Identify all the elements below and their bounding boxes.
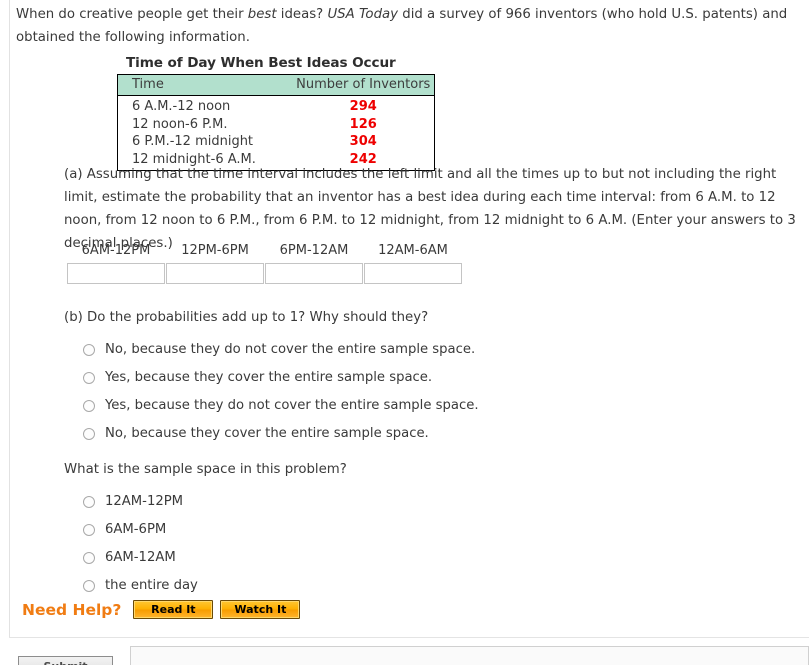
part-b-question: (b) Do the probabilities add up to 1? Wh… [64, 310, 429, 325]
part-b-option-1[interactable]: No, because they do not cover the entire… [64, 336, 664, 364]
radio-button-icon[interactable] [83, 496, 95, 508]
sample-space-block: What is the sample space in this problem… [64, 460, 664, 600]
need-help-label: Need Help? [22, 600, 122, 619]
answer-label-12pm-6pm: 12PM-6PM [181, 243, 249, 258]
answer-field-group-1: 6AM-12PM [67, 243, 165, 284]
cell-time: 6 P.M.-12 midnight [132, 134, 254, 149]
intro-italic-usatoday: USA Today [327, 7, 399, 22]
sample-space-question: What is the sample space in this problem… [64, 462, 347, 477]
watch-it-button[interactable]: Watch It [220, 600, 301, 619]
column-header-time: Time [117, 74, 293, 96]
answer-input-12pm-6pm[interactable] [166, 263, 264, 284]
intro-text-part2: ideas? [276, 7, 328, 22]
table-title: Time of Day When Best Ideas Occur [126, 55, 396, 71]
table-row: 6 P.M.-12 midnight 304 [118, 133, 435, 151]
answer-input-12am-6am[interactable] [364, 263, 462, 284]
part-b-option-label-4: No, because they cover the entire sample… [105, 426, 429, 441]
table-row: 6 A.M.-12 noon 294 [118, 96, 435, 116]
part-b-option-2[interactable]: Yes, because they cover the entire sampl… [64, 364, 664, 392]
data-table-block: Time of Day When Best Ideas Occur Time N… [117, 55, 437, 171]
radio-button-icon[interactable] [83, 524, 95, 536]
answer-label-6am-12pm: 6AM-12PM [81, 243, 151, 258]
column-header-inventors: Number of Inventors [292, 74, 435, 96]
cell-count: 294 [349, 99, 377, 114]
cell-time: 12 noon-6 P.M. [132, 116, 228, 132]
radio-button-icon[interactable] [83, 372, 95, 384]
table-row: 12 noon-6 P.M. 126 [118, 116, 435, 134]
need-help-section: Need Help? Read It Watch It [22, 600, 307, 619]
part-b-block: (b) Do the probabilities add up to 1? Wh… [64, 308, 664, 448]
answer-input-6am-12pm[interactable] [67, 263, 165, 284]
left-margin-rule [9, 0, 10, 637]
answer-input-6pm-12am[interactable] [265, 263, 363, 284]
cell-time: 6 A.M.-12 noon [132, 99, 231, 114]
sample-space-option-1[interactable]: 12AM-12PM [64, 488, 664, 516]
sample-space-option-3[interactable]: 6AM-12AM [64, 544, 664, 572]
table-header-row: Time Number of Inventors [117, 74, 435, 96]
sample-space-option-2[interactable]: 6AM-6PM [64, 516, 664, 544]
intro-italic-best: best [247, 7, 277, 22]
radio-button-icon[interactable] [83, 552, 95, 564]
answer-label-6pm-12am: 6PM-12AM [279, 243, 349, 258]
radio-button-icon[interactable] [83, 400, 95, 412]
answer-field-group-2: 12PM-6PM [166, 243, 264, 284]
answer-field-group-3: 6PM-12AM [265, 243, 363, 284]
bottom-divider [9, 637, 809, 638]
part-b-option-4[interactable]: No, because they cover the entire sample… [64, 420, 664, 448]
exercise-page: When do creative people get their best i… [0, 0, 809, 665]
sample-space-option-4[interactable]: the entire day [64, 572, 664, 600]
part-b-option-label-2: Yes, because they cover the entire sampl… [105, 370, 433, 385]
part-b-option-label-3: Yes, because they do not cover the entir… [105, 398, 479, 413]
intro-paragraph: When do creative people get their best i… [16, 3, 800, 49]
read-it-button[interactable]: Read It [133, 600, 214, 619]
answer-field-group-4: 12AM-6AM [364, 243, 462, 284]
radio-button-icon[interactable] [83, 344, 95, 356]
radio-button-icon[interactable] [83, 428, 95, 440]
radio-button-icon[interactable] [83, 580, 95, 592]
part-a-answer-row: 6AM-12PM 12PM-6PM 6PM-12AM 12AM-6AM [67, 243, 463, 284]
cell-count: 304 [349, 134, 377, 149]
submit-answer-button[interactable]: Submit Answer [18, 656, 113, 665]
time-of-day-table: Time Number of Inventors 6 A.M.-12 noon … [117, 74, 435, 171]
sample-space-option-label-4: the entire day [105, 578, 198, 593]
answer-label-12am-6am: 12AM-6AM [378, 243, 448, 258]
sample-space-option-label-3: 6AM-12AM [105, 550, 176, 565]
sample-space-option-label-2: 6AM-6PM [105, 522, 167, 537]
part-b-option-label-1: No, because they do not cover the entire… [105, 342, 476, 357]
part-a-question: (a) Assuming that the time interval incl… [64, 167, 796, 251]
intro-text-part1: When do creative people get their [16, 7, 248, 22]
bottom-panel [130, 646, 809, 665]
cell-count: 126 [349, 116, 377, 132]
part-b-option-3[interactable]: Yes, because they do not cover the entir… [64, 392, 664, 420]
sample-space-option-label-1: 12AM-12PM [105, 494, 184, 509]
